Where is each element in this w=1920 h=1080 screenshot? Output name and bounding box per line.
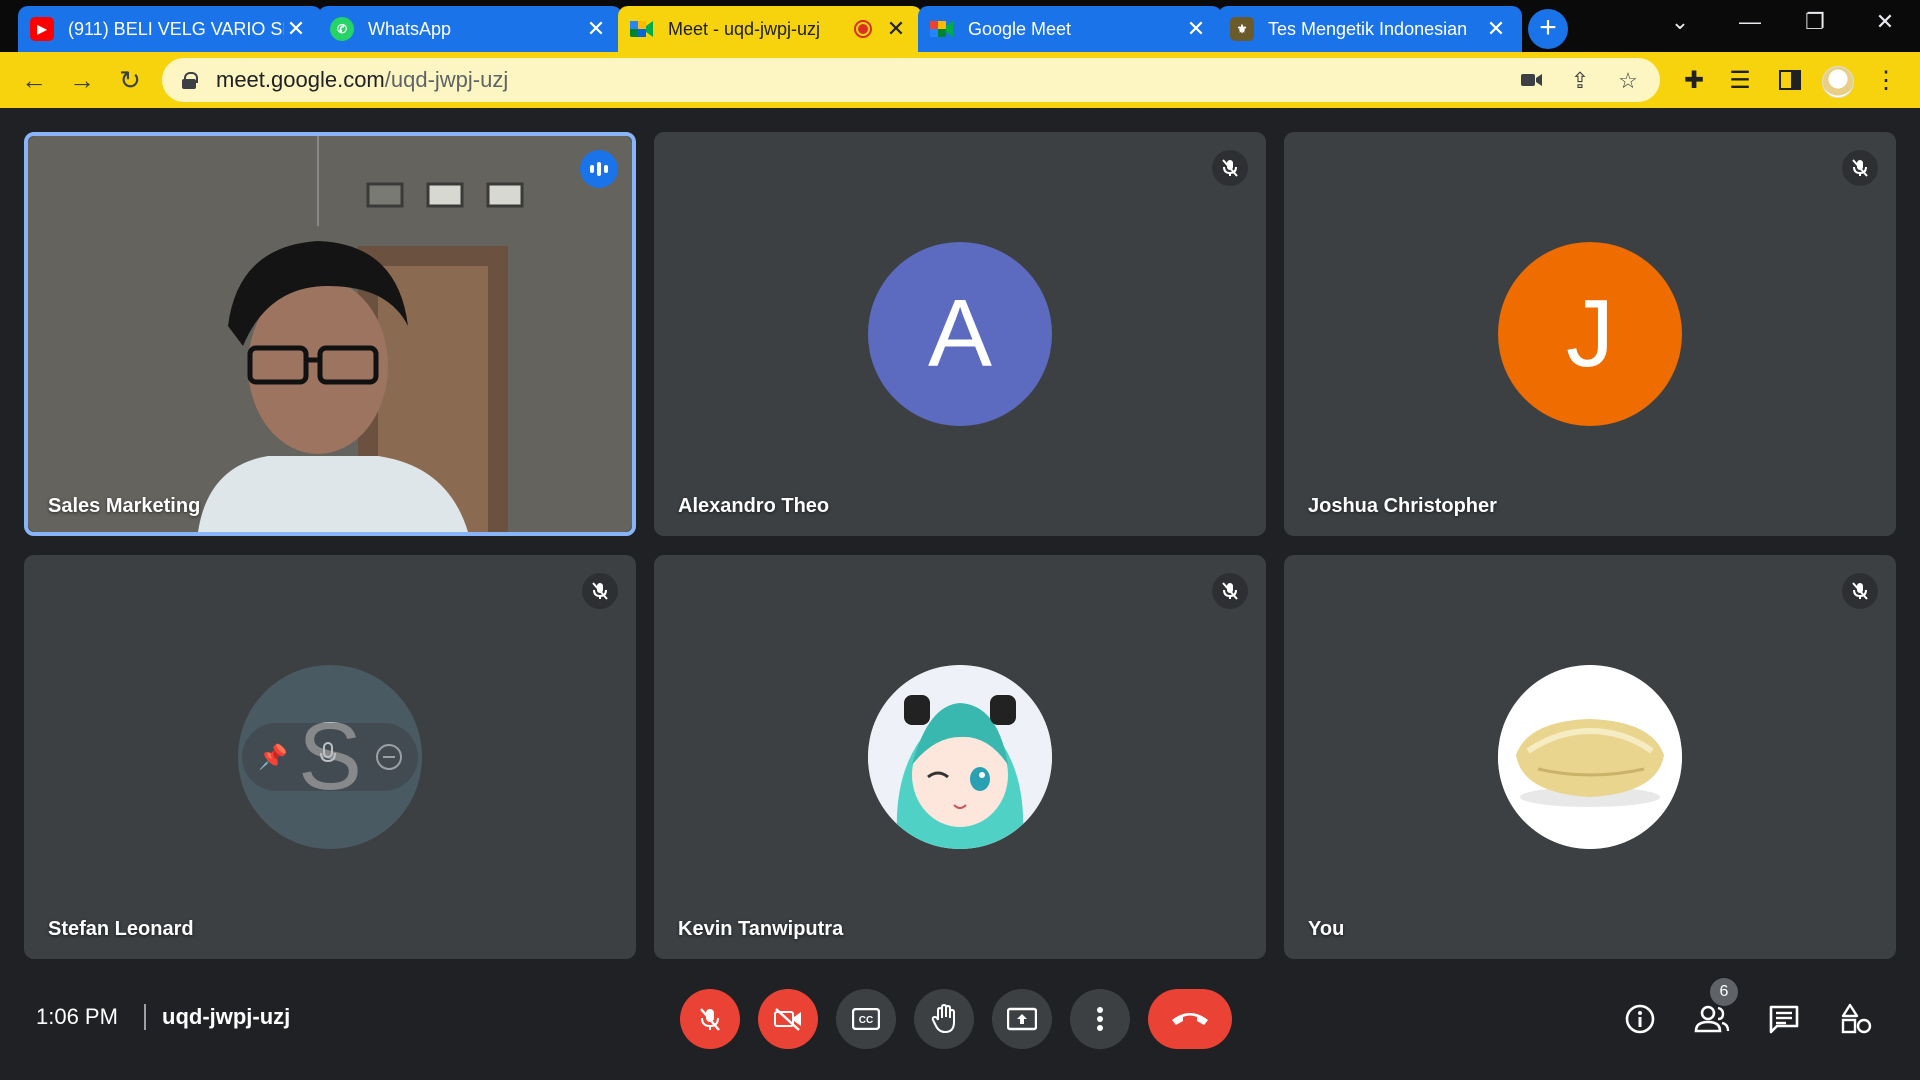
tile-hover-controls: 📌 bbox=[242, 723, 418, 791]
participant-tile-stefan-leonard[interactable]: S 📌 Stefan Leonard bbox=[24, 555, 636, 959]
hang-up-icon bbox=[1172, 1013, 1208, 1025]
lock-icon bbox=[182, 71, 198, 89]
mic-off-icon bbox=[1842, 573, 1878, 609]
meeting-details-button[interactable] bbox=[1618, 997, 1662, 1041]
mic-off-icon bbox=[582, 573, 618, 609]
activities-button[interactable] bbox=[1834, 997, 1878, 1041]
participant-tile-joshua-christopher[interactable]: J Joshua Christopher bbox=[1284, 132, 1896, 536]
forward-button[interactable]: → bbox=[62, 60, 102, 100]
site-icon: ⚜ bbox=[1230, 17, 1254, 41]
mic-off-icon bbox=[1842, 150, 1878, 186]
activities-icon bbox=[1841, 1003, 1872, 1034]
meeting-code: uqd-jwpj-uzj bbox=[162, 1004, 291, 1029]
chat-icon bbox=[1769, 1005, 1799, 1034]
close-icon[interactable]: ✕ bbox=[284, 18, 308, 40]
tab-youtube[interactable]: ▶ (911) BELI VELG VARIO SE ✕ bbox=[18, 6, 322, 52]
media-controls-icon[interactable]: ☰ bbox=[1724, 64, 1756, 96]
close-window-button[interactable]: ✕ bbox=[1850, 0, 1920, 44]
video-frame-illustration bbox=[28, 136, 632, 532]
participant-name: Joshua Christopher bbox=[1308, 495, 1497, 517]
remove-participant-icon[interactable] bbox=[375, 744, 402, 770]
people-icon bbox=[1694, 1005, 1730, 1033]
camera-toggle-button[interactable] bbox=[758, 989, 818, 1049]
back-button[interactable]: ← bbox=[14, 60, 54, 100]
close-icon[interactable]: ✕ bbox=[1184, 18, 1208, 40]
tab-title: WhatsApp bbox=[368, 18, 452, 39]
mic-off-icon bbox=[1212, 150, 1248, 186]
captions-icon: CC bbox=[852, 1008, 880, 1030]
tab-whatsapp[interactable]: ✆ WhatsApp ✕ bbox=[318, 6, 622, 52]
tab-title: Meet - uqd-jwpj-uzj bbox=[668, 18, 821, 39]
hand-icon bbox=[931, 1004, 955, 1033]
present-screen-button[interactable] bbox=[992, 989, 1052, 1049]
close-icon[interactable]: ✕ bbox=[1484, 18, 1508, 40]
participant-name: You bbox=[1308, 918, 1345, 940]
participant-name: Sales Marketing bbox=[48, 495, 201, 517]
tab-title: Tes Mengetik Indonesian bbox=[1268, 18, 1468, 39]
leave-call-button[interactable] bbox=[1148, 989, 1232, 1049]
speaking-indicator-icon bbox=[580, 150, 618, 188]
new-tab-button[interactable]: + bbox=[1528, 9, 1568, 49]
participant-name: Kevin Tanwiputra bbox=[678, 918, 844, 940]
svg-text:CC: CC bbox=[859, 1015, 873, 1026]
participant-tile-sales-marketing[interactable]: Sales Marketing bbox=[24, 132, 636, 536]
participant-tile-alexandro-theo[interactable]: A Alexandro Theo bbox=[654, 132, 1266, 536]
tab-title: (911) BELI VELG VARIO SE bbox=[68, 18, 284, 39]
avatar-durian-image bbox=[1498, 665, 1682, 849]
side-panel-icon[interactable] bbox=[1774, 64, 1806, 96]
restore-button[interactable]: ❐ bbox=[1780, 0, 1850, 44]
mic-off-icon bbox=[1212, 573, 1248, 609]
tab-title: Google Meet bbox=[968, 18, 1072, 39]
star-icon[interactable]: ☆ bbox=[1614, 68, 1642, 93]
participant-tile-you[interactable]: You bbox=[1284, 555, 1896, 959]
divider bbox=[144, 1004, 146, 1030]
url-path: /uqd-jwpj-uzj bbox=[384, 67, 509, 92]
chat-button[interactable] bbox=[1762, 997, 1806, 1041]
more-options-button[interactable] bbox=[1070, 989, 1130, 1049]
close-icon[interactable]: ✕ bbox=[584, 18, 608, 40]
minimize-button[interactable]: — bbox=[1715, 0, 1785, 44]
captions-button[interactable]: CC bbox=[836, 989, 896, 1049]
tab-strip: ▶ (911) BELI VELG VARIO SE ✕ ✆ WhatsApp … bbox=[0, 0, 1920, 52]
microphone-toggle-button[interactable] bbox=[680, 989, 740, 1049]
present-icon bbox=[1007, 1007, 1037, 1031]
avatar-anime-image bbox=[868, 665, 1052, 849]
more-vert-icon bbox=[1097, 1007, 1103, 1031]
camera-off-icon bbox=[774, 1008, 801, 1031]
share-icon[interactable]: ⇪ bbox=[1566, 68, 1594, 93]
youtube-icon: ▶ bbox=[30, 17, 54, 41]
reload-button[interactable]: ↻ bbox=[110, 60, 150, 100]
participant-video bbox=[28, 136, 632, 532]
profile-avatar[interactable] bbox=[1822, 66, 1854, 98]
participant-tile-kevin-tanwiputra[interactable]: Kevin Tanwiputra bbox=[654, 555, 1266, 959]
tab-search-icon[interactable]: ⌄ bbox=[1645, 0, 1715, 44]
whatsapp-icon: ✆ bbox=[330, 17, 354, 41]
browser-toolbar: ← → ↻ meet.google.com /uqd-jwpj-uzj ⇪ ☆ … bbox=[0, 52, 1920, 108]
pin-icon[interactable]: 📌 bbox=[258, 743, 288, 772]
meeting-time: 1:06 PM bbox=[36, 1004, 118, 1029]
tab-tes-mengetik[interactable]: ⚜ Tes Mengetik Indonesian ✕ bbox=[1218, 6, 1522, 52]
google-meet-icon bbox=[930, 17, 954, 41]
avatar: J bbox=[1498, 242, 1682, 426]
address-bar[interactable]: meet.google.com /uqd-jwpj-uzj ⇪ ☆ bbox=[162, 58, 1660, 102]
info-icon bbox=[1625, 1004, 1655, 1034]
meeting-control-bar: 1:06 PM uqd-jwpj-uzj CC 6 bbox=[0, 968, 1920, 1080]
mic-off-icon bbox=[700, 1008, 720, 1031]
tab-meet-active[interactable]: Meet - uqd-jwpj-uzj ✕ bbox=[618, 6, 922, 52]
close-icon[interactable]: ✕ bbox=[884, 18, 908, 40]
url-host: meet.google.com bbox=[216, 67, 385, 92]
avatar: A bbox=[868, 242, 1052, 426]
participant-name: Alexandro Theo bbox=[678, 495, 830, 517]
mute-participant-icon[interactable] bbox=[319, 741, 345, 773]
menu-icon[interactable]: ⋮ bbox=[1870, 64, 1902, 96]
participant-count-badge: 6 bbox=[1710, 978, 1738, 1006]
extensions-icon[interactable]: ✚ bbox=[1678, 64, 1710, 96]
participant-name: Stefan Leonard bbox=[48, 918, 194, 940]
recording-icon bbox=[854, 20, 872, 38]
tab-google-meet[interactable]: Google Meet ✕ bbox=[918, 6, 1222, 52]
raise-hand-button[interactable] bbox=[914, 989, 974, 1049]
camera-icon[interactable] bbox=[1518, 68, 1546, 92]
meet-icon bbox=[630, 17, 654, 41]
